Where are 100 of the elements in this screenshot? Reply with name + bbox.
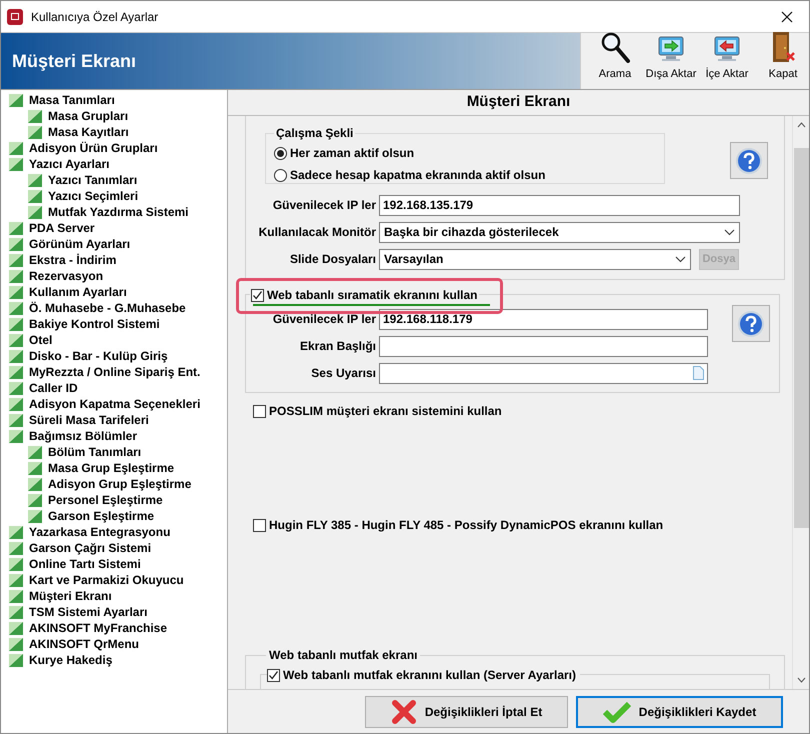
- tree-item[interactable]: Adisyon Ürün Grupları: [29, 139, 158, 157]
- checkbox[interactable]: [253, 404, 266, 418]
- tree-item[interactable]: Süreli Masa Tarifeleri: [29, 411, 149, 429]
- chevron-down-icon: [675, 256, 686, 262]
- tree-item[interactable]: Personel Eşleştirme: [48, 491, 163, 509]
- scrollbar-thumb[interactable]: [794, 148, 808, 528]
- checkbox-label: Web tabanlı sıramatik ekranını kullan: [267, 287, 478, 304]
- tree-item[interactable]: Masa Tanımları: [29, 91, 115, 109]
- checkbox[interactable]: [251, 288, 264, 302]
- dropdown[interactable]: Başka bir cihazda gösterilecek: [379, 222, 740, 242]
- triangle-icon: [9, 414, 23, 426]
- tree-item[interactable]: Kurye Hakediş: [29, 651, 112, 669]
- tree-item[interactable]: Görünüm Ayarları: [29, 235, 130, 253]
- triangle-icon: [9, 638, 23, 650]
- monitor-arrow-right-icon: [657, 34, 685, 62]
- tree-item[interactable]: Ö. Muhasebe - G.Muhasebe: [29, 299, 186, 317]
- triangle-icon: [9, 398, 23, 410]
- tree-item[interactable]: Disko - Bar - Kulüp Giriş: [29, 347, 168, 365]
- cross-icon: [390, 698, 417, 724]
- tree-item[interactable]: Masa Kayıtları: [48, 123, 129, 141]
- triangle-icon: [28, 446, 42, 458]
- tree-item[interactable]: AKINSOFT MyFranchise: [29, 619, 168, 637]
- close-icon[interactable]: [781, 10, 793, 22]
- field-label: Ekran Başlığı: [298, 338, 377, 355]
- triangle-icon: [9, 574, 23, 586]
- tree-item[interactable]: Rezervasyon: [29, 267, 104, 285]
- question-icon: [737, 310, 765, 338]
- input-field[interactable]: 192.168.135.179: [379, 194, 740, 216]
- triangle-icon: [9, 366, 23, 378]
- chevron-up-icon: [796, 122, 806, 128]
- tree-item[interactable]: Kullanım Ayarları: [29, 283, 127, 301]
- help-button[interactable]: [732, 305, 770, 342]
- tree-item[interactable]: Adisyon Kapatma Seçenekleri: [29, 395, 200, 413]
- toolbar-button[interactable]: İçe Aktar: [701, 34, 753, 82]
- radio-label: Sadece hesap kapatma ekranında aktif olsun: [290, 167, 546, 184]
- triangle-icon: [28, 462, 42, 474]
- field-label: Güvenilecek IP ler: [272, 311, 377, 328]
- triangle-icon: [9, 606, 23, 618]
- tree-item[interactable]: Caller ID: [29, 379, 78, 397]
- radio-button[interactable]: [274, 168, 287, 182]
- dropdown[interactable]: Varsayılan: [379, 248, 691, 270]
- radio-button[interactable]: [274, 146, 287, 160]
- tree-item[interactable]: Garson Çağrı Sistemi: [29, 539, 152, 557]
- tree-item[interactable]: Bakiye Kontrol Sistemi: [29, 315, 160, 333]
- tree-item[interactable]: Bağımsız Bölümler: [29, 427, 138, 445]
- toolbar-button[interactable]: Dışa Aktar: [645, 34, 697, 82]
- scrollbar[interactable]: [792, 116, 809, 689]
- triangle-icon: [9, 542, 23, 554]
- tree-item[interactable]: PDA Server: [29, 219, 95, 237]
- radio-label: Her zaman aktif olsun: [290, 145, 414, 162]
- tree-item[interactable]: Mutfak Yazdırma Sistemi: [48, 203, 188, 221]
- input-field[interactable]: [379, 362, 708, 384]
- tree-item[interactable]: Yazıcı Seçimleri: [48, 187, 138, 205]
- input-field[interactable]: [379, 336, 708, 356]
- tree-item[interactable]: Garson Eşleştirme: [48, 507, 154, 525]
- triangle-icon: [28, 494, 42, 506]
- checkbox[interactable]: [253, 518, 266, 532]
- tree-item[interactable]: TSM Sistemi Ayarları: [29, 603, 148, 621]
- tree-item[interactable]: Masa Grupları: [48, 107, 128, 125]
- help-button[interactable]: [730, 142, 768, 179]
- triangle-icon: [28, 510, 42, 522]
- checkbox[interactable]: [267, 668, 280, 682]
- triangle-icon: [9, 334, 23, 346]
- input-field[interactable]: 192.168.118.179: [379, 308, 708, 330]
- triangle-icon: [9, 382, 23, 394]
- question-icon: [735, 146, 763, 174]
- triangle-icon: [9, 558, 23, 570]
- tree-item[interactable]: Müşteri Ekranı: [29, 587, 112, 605]
- triangle-icon: [9, 318, 23, 330]
- triangle-icon: [9, 286, 23, 298]
- triangle-icon: [28, 174, 42, 186]
- cancel-button[interactable]: Değişiklikleri İptal Et: [365, 696, 568, 728]
- tree-item[interactable]: Online Tartı Sistemi: [29, 555, 141, 573]
- field-label: Slide Dosyaları: [288, 251, 377, 268]
- checkbox-label: POSSLIM müşteri ekranı sistemini kullan: [269, 403, 502, 420]
- chevron-down-icon: [724, 228, 735, 236]
- triangle-icon: [9, 270, 23, 282]
- tree-item[interactable]: Masa Grup Eşleştirme: [48, 459, 174, 477]
- triangle-icon: [9, 238, 23, 250]
- tree-item[interactable]: Adisyon Grup Eşleştirme: [48, 475, 192, 493]
- window-title: Kullanıcıya Özel Ayarlar: [31, 8, 158, 26]
- tree-item[interactable]: Yazarkasa Entegrasyonu: [29, 523, 170, 541]
- tree-item[interactable]: Yazıcı Tanımları: [48, 171, 138, 189]
- tree-item[interactable]: Bölüm Tanımları: [48, 443, 142, 461]
- save-button[interactable]: Değişiklikleri Kaydet: [576, 696, 783, 728]
- triangle-icon: [28, 478, 42, 490]
- door-icon: [770, 30, 796, 62]
- tree-item[interactable]: Ekstra - İndirim: [29, 251, 116, 269]
- tree-item[interactable]: Otel: [29, 331, 52, 349]
- tree-item[interactable]: MyRezzta / Online Sipariş Ent.: [29, 363, 200, 381]
- triangle-icon: [28, 126, 42, 138]
- triangle-icon: [9, 430, 23, 442]
- chevron-down-icon: [796, 677, 806, 683]
- toolbar-button[interactable]: Arama: [589, 30, 641, 82]
- tree-item[interactable]: Yazıcı Ayarları: [29, 155, 110, 173]
- triangle-icon: [9, 158, 23, 170]
- tree-item[interactable]: AKINSOFT QrMenu: [29, 635, 139, 653]
- tree-item[interactable]: Kart ve Parmakizi Okuyucu: [29, 571, 184, 589]
- app-icon: [7, 8, 23, 24]
- toolbar-button[interactable]: Kapat: [757, 30, 809, 82]
